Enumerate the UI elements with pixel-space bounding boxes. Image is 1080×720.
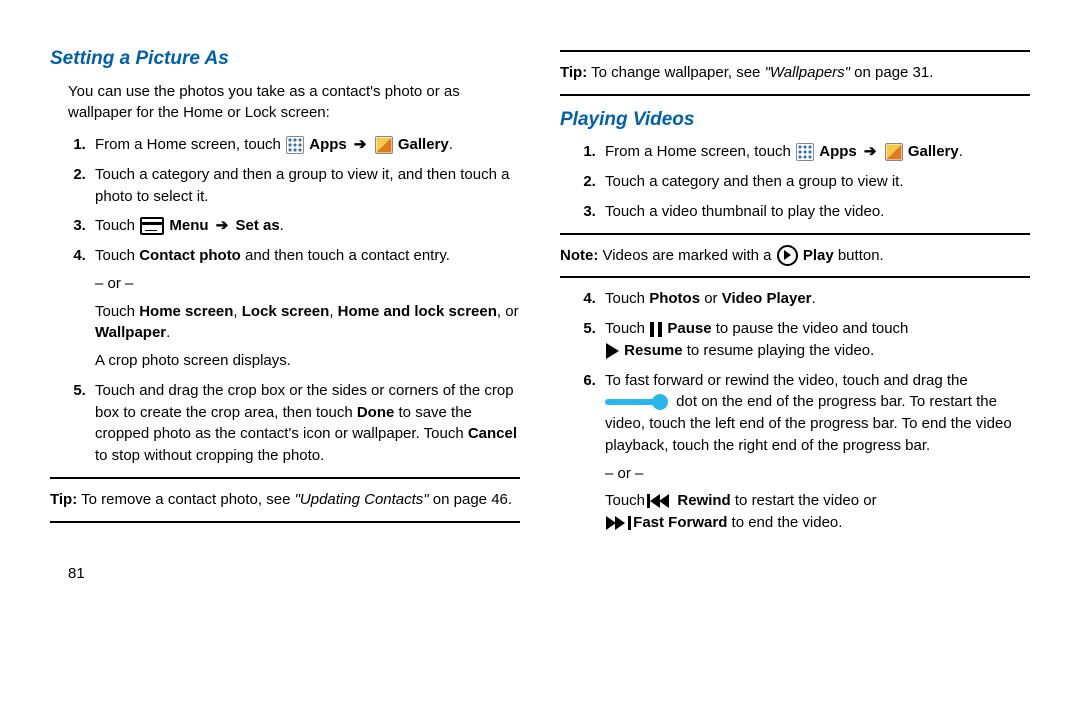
play-circle-icon bbox=[777, 245, 798, 266]
divider bbox=[50, 477, 520, 479]
arrow-icon: ➔ bbox=[354, 136, 367, 153]
step-4: Touch Photos or Video Player. bbox=[600, 288, 1030, 310]
right-column: Tip: To change wallpaper, see "Wallpaper… bbox=[560, 40, 1030, 584]
tip-updating-contacts: Tip: To remove a contact photo, see "Upd… bbox=[50, 489, 520, 511]
menu-icon bbox=[140, 217, 164, 235]
heading-setting-picture-as: Setting a Picture As bbox=[50, 45, 520, 73]
step-1: From a Home screen, touch Apps ➔ Gallery… bbox=[600, 141, 1030, 163]
fast-forward-icon bbox=[606, 516, 628, 530]
step-6: To fast forward or rewind the video, tou… bbox=[600, 370, 1030, 534]
gallery-icon bbox=[375, 136, 393, 154]
divider bbox=[50, 521, 520, 523]
play-icon bbox=[606, 343, 619, 359]
gallery-icon bbox=[885, 143, 903, 161]
intro-text: You can use the photos you take as a con… bbox=[68, 81, 520, 125]
step-3: Touch Menu ➔ Set as. bbox=[90, 215, 520, 237]
step-2: Touch a category and then a group to vie… bbox=[600, 171, 1030, 193]
arrow-icon: ➔ bbox=[216, 217, 229, 234]
step-3: Touch a video thumbnail to play the vide… bbox=[600, 201, 1030, 223]
heading-playing-videos: Playing Videos bbox=[560, 106, 1030, 134]
divider bbox=[560, 94, 1030, 96]
steps-list-right-a: From a Home screen, touch Apps ➔ Gallery… bbox=[560, 141, 1030, 222]
pause-icon bbox=[650, 322, 662, 337]
step-2: Touch a category and then a group to vie… bbox=[90, 164, 520, 208]
steps-list-left: From a Home screen, touch Apps ➔ Gallery… bbox=[50, 134, 520, 467]
divider bbox=[560, 276, 1030, 278]
tip-wallpapers: Tip: To change wallpaper, see "Wallpaper… bbox=[560, 62, 1030, 84]
step-5: Touch Pause to pause the video and touch… bbox=[600, 318, 1030, 362]
rewind-icon bbox=[650, 494, 672, 508]
step-4: Touch Contact photo and then touch a con… bbox=[90, 245, 520, 372]
progress-bar-icon bbox=[605, 399, 660, 405]
left-column: Setting a Picture As You can use the pho… bbox=[50, 40, 520, 584]
step-5: Touch and drag the crop box or the sides… bbox=[90, 380, 520, 467]
apps-icon bbox=[796, 143, 814, 161]
arrow-icon: ➔ bbox=[864, 143, 877, 160]
divider bbox=[560, 233, 1030, 235]
page-number: 81 bbox=[50, 563, 520, 585]
step-1: From a Home screen, touch Apps ➔ Gallery… bbox=[90, 134, 520, 156]
apps-icon bbox=[286, 136, 304, 154]
manual-page: Setting a Picture As You can use the pho… bbox=[0, 0, 1080, 614]
divider bbox=[560, 50, 1030, 52]
steps-list-right-b: Touch Photos or Video Player. Touch Paus… bbox=[560, 288, 1030, 534]
note-play-button: Note: Videos are marked with a Play butt… bbox=[560, 245, 1030, 267]
